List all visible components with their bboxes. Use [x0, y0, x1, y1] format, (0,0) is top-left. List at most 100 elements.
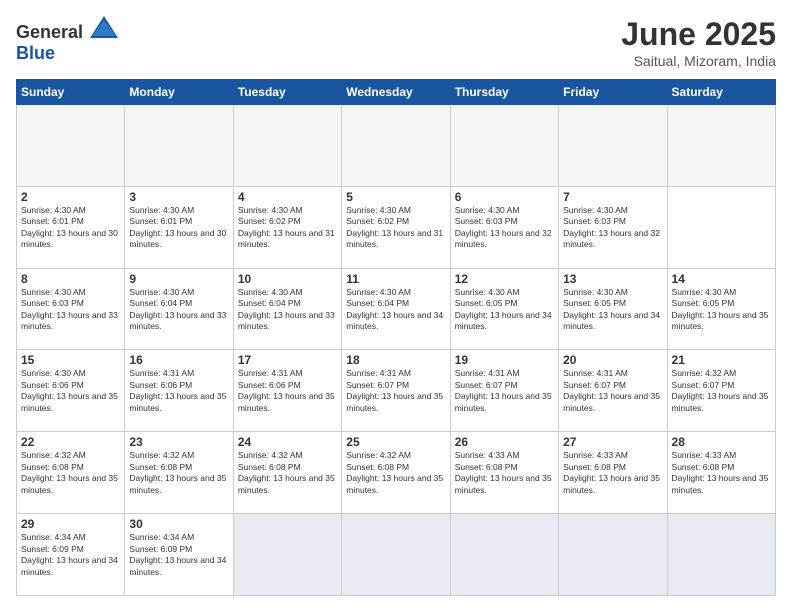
calendar-day-cell: 15Sunrise: 4:30 AMSunset: 6:06 PMDayligh… [17, 350, 125, 432]
calendar-day-cell: 26Sunrise: 4:33 AMSunset: 6:08 PMDayligh… [450, 432, 558, 514]
calendar-week-row: 15Sunrise: 4:30 AMSunset: 6:06 PMDayligh… [17, 350, 776, 432]
day-number: 15 [21, 353, 120, 367]
day-info: Sunrise: 4:30 AMSunset: 6:04 PMDaylight:… [238, 287, 337, 333]
day-number: 8 [21, 272, 120, 286]
logo-icon [90, 16, 118, 38]
day-number: 25 [346, 435, 445, 449]
logo-general: General [16, 22, 83, 42]
calendar-week-row: 29Sunrise: 4:34 AMSunset: 6:09 PMDayligh… [17, 514, 776, 596]
calendar-day-cell: 17Sunrise: 4:31 AMSunset: 6:06 PMDayligh… [233, 350, 341, 432]
day-info: Sunrise: 4:31 AMSunset: 6:07 PMDaylight:… [563, 368, 662, 414]
day-info: Sunrise: 4:33 AMSunset: 6:08 PMDaylight:… [455, 450, 554, 496]
day-number: 19 [455, 353, 554, 367]
day-number: 2 [21, 190, 120, 204]
calendar-header-row: SundayMondayTuesdayWednesdayThursdayFrid… [17, 80, 776, 105]
location-title: Saitual, Mizoram, India [621, 53, 776, 69]
day-number: 24 [238, 435, 337, 449]
calendar-week-row: 22Sunrise: 4:32 AMSunset: 6:08 PMDayligh… [17, 432, 776, 514]
calendar-week-row: 8Sunrise: 4:30 AMSunset: 6:03 PMDaylight… [17, 268, 776, 350]
calendar-day-cell: 20Sunrise: 4:31 AMSunset: 6:07 PMDayligh… [559, 350, 667, 432]
day-number: 14 [672, 272, 771, 286]
calendar-day-cell: 24Sunrise: 4:32 AMSunset: 6:08 PMDayligh… [233, 432, 341, 514]
calendar-week-row [17, 105, 776, 187]
calendar-day-cell: 27Sunrise: 4:33 AMSunset: 6:08 PMDayligh… [559, 432, 667, 514]
calendar-day-cell: 22Sunrise: 4:32 AMSunset: 6:08 PMDayligh… [17, 432, 125, 514]
day-info: Sunrise: 4:31 AMSunset: 6:06 PMDaylight:… [238, 368, 337, 414]
calendar-day-cell: 10Sunrise: 4:30 AMSunset: 6:04 PMDayligh… [233, 268, 341, 350]
day-info: Sunrise: 4:30 AMSunset: 6:04 PMDaylight:… [129, 287, 228, 333]
calendar-day-header: Thursday [450, 80, 558, 105]
calendar-day-cell [342, 514, 450, 596]
day-info: Sunrise: 4:34 AMSunset: 6:09 PMDaylight:… [129, 532, 228, 578]
day-number: 16 [129, 353, 228, 367]
day-info: Sunrise: 4:33 AMSunset: 6:08 PMDaylight:… [672, 450, 771, 496]
calendar-day-cell: 18Sunrise: 4:31 AMSunset: 6:07 PMDayligh… [342, 350, 450, 432]
day-info: Sunrise: 4:32 AMSunset: 6:08 PMDaylight:… [21, 450, 120, 496]
calendar-day-cell: 6Sunrise: 4:30 AMSunset: 6:03 PMDaylight… [450, 186, 558, 268]
day-number: 17 [238, 353, 337, 367]
day-info: Sunrise: 4:32 AMSunset: 6:08 PMDaylight:… [346, 450, 445, 496]
logo-blue: Blue [16, 43, 55, 63]
day-number: 5 [346, 190, 445, 204]
calendar-day-cell: 2Sunrise: 4:30 AMSunset: 6:01 PMDaylight… [17, 186, 125, 268]
day-number: 10 [238, 272, 337, 286]
day-number: 26 [455, 435, 554, 449]
header: General Blue June 2025 Saitual, Mizoram,… [16, 16, 776, 69]
calendar-day-header: Monday [125, 80, 233, 105]
calendar-day-cell: 28Sunrise: 4:33 AMSunset: 6:08 PMDayligh… [667, 432, 775, 514]
day-info: Sunrise: 4:30 AMSunset: 6:05 PMDaylight:… [563, 287, 662, 333]
calendar-day-cell: 9Sunrise: 4:30 AMSunset: 6:04 PMDaylight… [125, 268, 233, 350]
calendar-day-cell [667, 105, 775, 187]
calendar-day-cell: 23Sunrise: 4:32 AMSunset: 6:08 PMDayligh… [125, 432, 233, 514]
day-info: Sunrise: 4:30 AMSunset: 6:03 PMDaylight:… [21, 287, 120, 333]
day-number: 13 [563, 272, 662, 286]
day-info: Sunrise: 4:31 AMSunset: 6:07 PMDaylight:… [346, 368, 445, 414]
calendar-day-cell: 30Sunrise: 4:34 AMSunset: 6:09 PMDayligh… [125, 514, 233, 596]
day-info: Sunrise: 4:30 AMSunset: 6:03 PMDaylight:… [563, 205, 662, 251]
day-number: 11 [346, 272, 445, 286]
day-info: Sunrise: 4:33 AMSunset: 6:08 PMDaylight:… [563, 450, 662, 496]
logo: General Blue [16, 16, 118, 64]
page: General Blue June 2025 Saitual, Mizoram,… [0, 0, 792, 612]
day-info: Sunrise: 4:30 AMSunset: 6:02 PMDaylight:… [346, 205, 445, 251]
day-info: Sunrise: 4:32 AMSunset: 6:08 PMDaylight:… [129, 450, 228, 496]
month-title: June 2025 [621, 16, 776, 53]
calendar-day-cell [450, 105, 558, 187]
day-info: Sunrise: 4:32 AMSunset: 6:08 PMDaylight:… [238, 450, 337, 496]
logo-text: General Blue [16, 16, 118, 64]
calendar-day-cell: 11Sunrise: 4:30 AMSunset: 6:04 PMDayligh… [342, 268, 450, 350]
calendar-day-header: Tuesday [233, 80, 341, 105]
calendar-day-cell [342, 105, 450, 187]
day-number: 21 [672, 353, 771, 367]
day-number: 3 [129, 190, 228, 204]
calendar-day-cell: 3Sunrise: 4:30 AMSunset: 6:01 PMDaylight… [125, 186, 233, 268]
day-info: Sunrise: 4:32 AMSunset: 6:07 PMDaylight:… [672, 368, 771, 414]
day-number: 27 [563, 435, 662, 449]
calendar-day-cell: 13Sunrise: 4:30 AMSunset: 6:05 PMDayligh… [559, 268, 667, 350]
day-info: Sunrise: 4:34 AMSunset: 6:09 PMDaylight:… [21, 532, 120, 578]
calendar-day-header: Saturday [667, 80, 775, 105]
day-number: 30 [129, 517, 228, 531]
calendar-day-cell: 14Sunrise: 4:30 AMSunset: 6:05 PMDayligh… [667, 268, 775, 350]
calendar-day-cell [233, 105, 341, 187]
calendar-day-header: Wednesday [342, 80, 450, 105]
day-info: Sunrise: 4:30 AMSunset: 6:06 PMDaylight:… [21, 368, 120, 414]
calendar-day-header: Friday [559, 80, 667, 105]
day-number: 9 [129, 272, 228, 286]
day-number: 4 [238, 190, 337, 204]
calendar-week-row: 2Sunrise: 4:30 AMSunset: 6:01 PMDaylight… [17, 186, 776, 268]
day-number: 20 [563, 353, 662, 367]
calendar-day-cell [17, 105, 125, 187]
calendar-day-cell: 12Sunrise: 4:30 AMSunset: 6:05 PMDayligh… [450, 268, 558, 350]
calendar-day-cell: 5Sunrise: 4:30 AMSunset: 6:02 PMDaylight… [342, 186, 450, 268]
calendar-day-cell [125, 105, 233, 187]
calendar-day-cell [667, 514, 775, 596]
calendar-day-cell: 16Sunrise: 4:31 AMSunset: 6:06 PMDayligh… [125, 350, 233, 432]
calendar-day-cell [559, 105, 667, 187]
calendar-day-cell [559, 514, 667, 596]
calendar-day-cell: 19Sunrise: 4:31 AMSunset: 6:07 PMDayligh… [450, 350, 558, 432]
calendar-day-header: Sunday [17, 80, 125, 105]
day-info: Sunrise: 4:30 AMSunset: 6:04 PMDaylight:… [346, 287, 445, 333]
day-number: 12 [455, 272, 554, 286]
day-number: 18 [346, 353, 445, 367]
